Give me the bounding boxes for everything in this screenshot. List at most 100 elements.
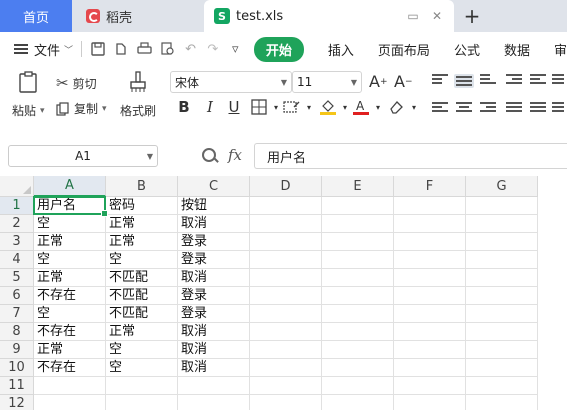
cell-b11[interactable] bbox=[106, 377, 178, 395]
cell-f9[interactable] bbox=[394, 341, 466, 359]
cell-a4[interactable]: 空 bbox=[34, 251, 106, 269]
cell-d11[interactable] bbox=[250, 377, 322, 395]
row-header-9[interactable]: 9 bbox=[0, 341, 34, 359]
cell-d1[interactable] bbox=[250, 197, 322, 215]
cell-e4[interactable] bbox=[322, 251, 394, 269]
cell-e1[interactable] bbox=[322, 197, 394, 215]
select-all-corner[interactable] bbox=[0, 176, 34, 197]
decrease-indent-icon[interactable] bbox=[506, 74, 522, 88]
cell-a8[interactable]: 不存在 bbox=[34, 323, 106, 341]
align-left-icon[interactable] bbox=[432, 102, 448, 116]
cell-e8[interactable] bbox=[322, 323, 394, 341]
cell-d3[interactable] bbox=[250, 233, 322, 251]
cell-d7[interactable] bbox=[250, 305, 322, 323]
copy-button[interactable]: 复制 ▾ bbox=[56, 100, 107, 117]
format-painter-icon[interactable] bbox=[128, 70, 148, 94]
paste-button[interactable]: 粘贴 ▾ bbox=[12, 102, 45, 119]
cell-g1[interactable] bbox=[466, 197, 538, 215]
cell-b10[interactable]: 空 bbox=[106, 359, 178, 377]
cell-c12[interactable] bbox=[178, 395, 250, 410]
font-family-select[interactable]: 宋体 ▼ bbox=[170, 71, 292, 93]
row-header-10[interactable]: 10 bbox=[0, 359, 34, 377]
more-icon[interactable]: ▿ bbox=[229, 41, 242, 57]
cell-b8[interactable]: 正常 bbox=[106, 323, 178, 341]
spreadsheet-grid[interactable]: A B C D E F G 1 用户名 密码 按钮 2 空正常 取消 3 正常 正常 登录 4 空空登录 5 正常 不匹配取… bbox=[0, 176, 567, 410]
cell-g9[interactable] bbox=[466, 341, 538, 359]
new-tab-button[interactable]: + bbox=[455, 0, 489, 32]
distributed-icon[interactable] bbox=[530, 102, 546, 116]
file-menu[interactable]: 文件 ﹀ bbox=[0, 40, 73, 59]
wrap-text-icon[interactable] bbox=[552, 74, 567, 88]
chevron-down-icon[interactable]: ▾ bbox=[404, 96, 424, 118]
cell-g4[interactable] bbox=[466, 251, 538, 269]
cell-c10[interactable]: 取消 bbox=[178, 359, 250, 377]
redo-icon[interactable]: ↷ bbox=[206, 41, 219, 57]
cell-b12[interactable] bbox=[106, 395, 178, 410]
align-top-icon[interactable] bbox=[432, 74, 448, 88]
cell-d6[interactable] bbox=[250, 287, 322, 305]
cell-a2[interactable]: 空 bbox=[34, 215, 106, 233]
font-size-select[interactable]: 11 ▼ bbox=[292, 71, 362, 93]
cell-f10[interactable] bbox=[394, 359, 466, 377]
cell-b1[interactable]: 密码 bbox=[106, 197, 178, 215]
cell-g12[interactable] bbox=[466, 395, 538, 410]
cell-f11[interactable] bbox=[394, 377, 466, 395]
name-box[interactable]: A1 ▼ bbox=[8, 145, 158, 167]
increase-font-size-icon[interactable]: A + bbox=[369, 72, 388, 91]
cell-f12[interactable] bbox=[394, 395, 466, 410]
ribbon-tab-formula[interactable]: 公式 bbox=[454, 40, 480, 59]
tab-document[interactable]: S test.xls ▭ ✕ bbox=[204, 0, 454, 32]
italic-icon[interactable]: I bbox=[200, 96, 220, 118]
print-preview-icon[interactable] bbox=[161, 41, 175, 57]
column-header-c[interactable]: C bbox=[178, 176, 250, 197]
cell-d5[interactable] bbox=[250, 269, 322, 287]
column-header-f[interactable]: F bbox=[394, 176, 466, 197]
ribbon-tab-data[interactable]: 数据 bbox=[504, 40, 530, 59]
cell-e7[interactable] bbox=[322, 305, 394, 323]
cell-g2[interactable] bbox=[466, 215, 538, 233]
cell-e2[interactable] bbox=[322, 215, 394, 233]
tab-docer[interactable]: 稻壳 bbox=[72, 0, 200, 32]
row-header-2[interactable]: 2 bbox=[0, 215, 34, 233]
formula-input[interactable]: 用户名 bbox=[254, 143, 567, 169]
zoom-icon[interactable] bbox=[202, 148, 216, 162]
underline-icon[interactable]: U bbox=[224, 96, 244, 118]
row-header-6[interactable]: 6 bbox=[0, 287, 34, 305]
cell-c7[interactable]: 登录 bbox=[178, 305, 250, 323]
row-header-7[interactable]: 7 bbox=[0, 305, 34, 323]
merge-cells-icon[interactable] bbox=[552, 102, 567, 116]
cell-c5[interactable]: 取消 bbox=[178, 269, 250, 287]
cell-g3[interactable] bbox=[466, 233, 538, 251]
ribbon-tab-page-layout[interactable]: 页面布局 bbox=[378, 40, 430, 59]
increase-indent-icon[interactable] bbox=[530, 74, 546, 88]
cell-a3[interactable]: 正常 bbox=[34, 233, 106, 251]
column-header-d[interactable]: D bbox=[250, 176, 322, 197]
cell-a9[interactable]: 正常 bbox=[34, 341, 106, 359]
cell-e12[interactable] bbox=[322, 395, 394, 410]
clear-format-icon[interactable] bbox=[386, 96, 406, 118]
cell-d8[interactable] bbox=[250, 323, 322, 341]
align-right-icon[interactable] bbox=[480, 102, 496, 116]
row-header-8[interactable]: 8 bbox=[0, 323, 34, 341]
save-icon[interactable] bbox=[91, 41, 105, 57]
cell-e6[interactable] bbox=[322, 287, 394, 305]
row-header-3[interactable]: 3 bbox=[0, 233, 34, 251]
cell-d2[interactable] bbox=[250, 215, 322, 233]
cell-c2[interactable]: 取消 bbox=[178, 215, 250, 233]
cell-a6[interactable]: 不存在 bbox=[34, 287, 106, 305]
cell-c6[interactable]: 登录 bbox=[178, 287, 250, 305]
cell-a10[interactable]: 不存在 bbox=[34, 359, 106, 377]
cell-f6[interactable] bbox=[394, 287, 466, 305]
paste-icon[interactable] bbox=[18, 70, 40, 94]
cell-c11[interactable] bbox=[178, 377, 250, 395]
column-header-a[interactable]: A bbox=[34, 176, 106, 197]
decrease-font-size-icon[interactable]: A − bbox=[394, 72, 413, 91]
cell-f8[interactable] bbox=[394, 323, 466, 341]
align-bottom-icon[interactable] bbox=[480, 74, 496, 88]
justify-icon[interactable] bbox=[506, 102, 522, 116]
cell-b5[interactable]: 不匹配 bbox=[106, 269, 178, 287]
cell-a12[interactable] bbox=[34, 395, 106, 410]
row-header-11[interactable]: 11 bbox=[0, 377, 34, 395]
window-restore-icon[interactable]: ▭ bbox=[406, 9, 420, 23]
ribbon-tab-start[interactable]: 开始 bbox=[253, 36, 304, 62]
